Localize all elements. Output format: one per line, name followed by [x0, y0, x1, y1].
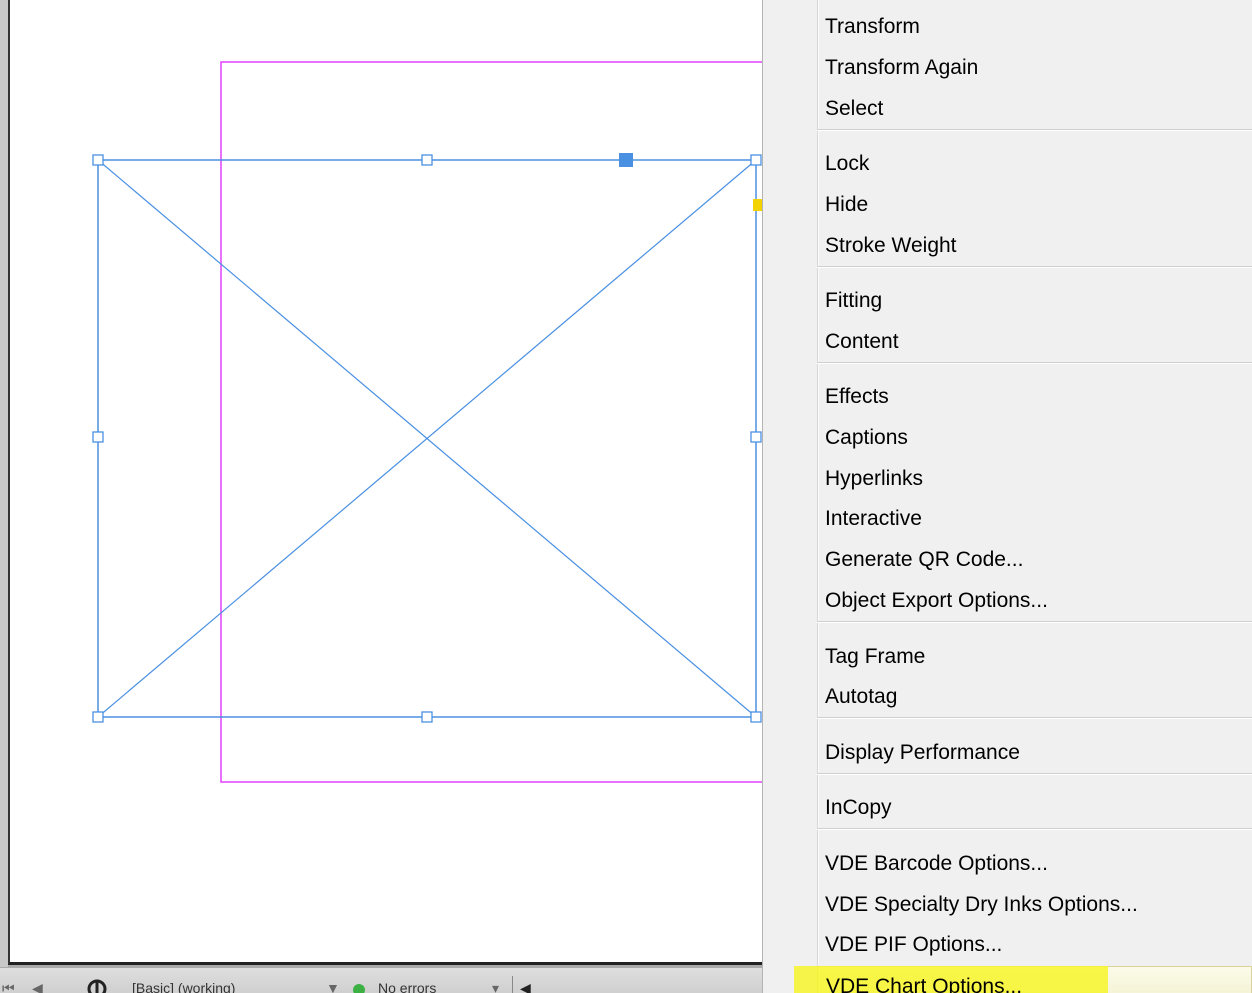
- profile-dropdown-button[interactable]: ▼: [326, 980, 340, 993]
- menu-item-label: Stroke Weight: [825, 234, 957, 257]
- scroll-left-icon: ◀: [520, 980, 531, 993]
- resize-handle-top-left[interactable]: [92, 154, 104, 166]
- menu-item-label: Interactive: [825, 507, 922, 530]
- menu-item-stroke-weight[interactable]: Stroke Weight: [817, 226, 1252, 266]
- menu-item-hyperlinks[interactable]: Hyperlinks: [817, 459, 1252, 499]
- menu-item-label: Object Export Options...: [825, 589, 1048, 612]
- application-window: ⏮ ◀ [Basic] (working) ▼ No errors ▾ ◀ Tr…: [0, 0, 1252, 993]
- preflight-menu-button[interactable]: ▾: [492, 980, 499, 993]
- menu-item-label: Lock: [825, 152, 870, 175]
- menu-item-tag-frame[interactable]: Tag Frame: [817, 637, 1252, 677]
- menu-item-transform-again[interactable]: Transform Again: [817, 48, 1252, 88]
- menu-item-object-export-options[interactable]: Object Export Options...: [817, 581, 1252, 621]
- menu-item-lock[interactable]: Lock: [817, 144, 1252, 184]
- menu-item-label: Hyperlinks: [825, 467, 924, 490]
- resize-handle-bottom[interactable]: [421, 711, 433, 723]
- menu-item-label: VDE Specialty Dry Inks Options...: [825, 893, 1138, 916]
- menu-item-vde-pif-options[interactable]: VDE PIF Options...: [817, 925, 1252, 965]
- menu-item-label: VDE Barcode Options...: [825, 852, 1048, 875]
- live-corner-anchor[interactable]: [753, 199, 762, 211]
- menu-item-label: Tag Frame: [825, 645, 926, 668]
- margin-guide: [220, 61, 765, 783]
- menu-item-label: Generate QR Code...: [825, 548, 1024, 571]
- resize-handle-top[interactable]: [421, 154, 433, 166]
- page-artwork: [92, 61, 765, 783]
- menu-item-generate-qr-code[interactable]: Generate QR Code...: [817, 540, 1252, 580]
- menu-item-label: InCopy: [825, 796, 892, 819]
- first-page-icon: ⏮: [2, 980, 15, 993]
- content-grabber-handle[interactable]: [619, 153, 633, 167]
- menu-item-interactive[interactable]: Interactive: [817, 499, 1252, 539]
- menu-item-fitting[interactable]: Fitting: [817, 281, 1252, 321]
- nav-first-page-button[interactable]: ⏮: [2, 980, 15, 993]
- menu-item-label: Select: [825, 97, 884, 120]
- menu-separator: [817, 129, 1252, 131]
- menu-item-label: Autotag: [825, 685, 898, 708]
- preflight-status-dot: [353, 984, 365, 993]
- menu-item-label: VDE Chart Options...: [826, 975, 1023, 993]
- menu-item-select[interactable]: Select: [817, 89, 1252, 129]
- graphic-frame[interactable]: [97, 159, 757, 718]
- resize-handle-bottom-left[interactable]: [92, 711, 104, 723]
- menu-item-vde-barcode-options[interactable]: VDE Barcode Options...: [817, 844, 1252, 884]
- menu-item-autotag[interactable]: Autotag: [817, 677, 1252, 717]
- menu-item-content[interactable]: Content: [817, 322, 1252, 362]
- preflight-profile-icon[interactable]: [86, 978, 108, 993]
- menu-item-hide[interactable]: Hide: [817, 185, 1252, 225]
- menu-item-label: Transform Again: [825, 56, 979, 79]
- preflight-status-text: No errors: [378, 980, 437, 993]
- menu-item-label: Fitting: [825, 289, 883, 312]
- status-bar: ⏮ ◀ [Basic] (working) ▼ No errors ▾ ◀: [0, 967, 765, 993]
- resize-handle-bottom-right[interactable]: [750, 711, 762, 723]
- context-menu: Transform Transform Again Select Lock Hi…: [762, 0, 1252, 993]
- menu-item-captions[interactable]: Captions: [817, 418, 1252, 458]
- resize-handle-top-right[interactable]: [750, 154, 762, 166]
- menu-separator: [817, 773, 1252, 775]
- menu-item-transform[interactable]: Transform: [817, 7, 1252, 47]
- nav-prev-page-button[interactable]: ◀: [32, 980, 43, 993]
- menu-separator: [817, 266, 1252, 268]
- menu-separator: [817, 828, 1252, 830]
- menu-item-label: Display Performance: [825, 741, 1020, 764]
- menu-item-label: VDE PIF Options...: [825, 933, 1003, 956]
- menu-item-label: Captions: [825, 426, 908, 449]
- previous-page-icon: ◀: [32, 980, 43, 993]
- menu-item-incopy[interactable]: InCopy: [817, 788, 1252, 828]
- statusbar-divider: [512, 976, 513, 993]
- dropdown-triangle-icon: ▼: [326, 980, 340, 993]
- resize-handle-left[interactable]: [92, 431, 104, 443]
- scroll-left-button[interactable]: ◀: [520, 980, 531, 993]
- menu-item-vde-chart-options[interactable]: VDE Chart Options...: [794, 966, 1252, 993]
- menu-item-effects[interactable]: Effects: [817, 377, 1252, 417]
- menu-item-label: Effects: [825, 385, 889, 408]
- menu-separator: [817, 621, 1252, 623]
- menu-separator: [817, 362, 1252, 364]
- menu-item-display-performance[interactable]: Display Performance: [817, 733, 1252, 773]
- menu-item-vde-specialty-dry-inks-options[interactable]: VDE Specialty Dry Inks Options...: [817, 885, 1252, 925]
- menu-item-label: Hide: [825, 193, 869, 216]
- menu-item-label: Transform: [825, 15, 920, 38]
- resize-handle-right[interactable]: [750, 431, 762, 443]
- preflight-profile-label[interactable]: [Basic] (working): [132, 980, 235, 993]
- menu-item-label: Content: [825, 330, 899, 353]
- menu-separator: [817, 717, 1252, 719]
- dropdown-triangle-icon: ▾: [492, 980, 500, 993]
